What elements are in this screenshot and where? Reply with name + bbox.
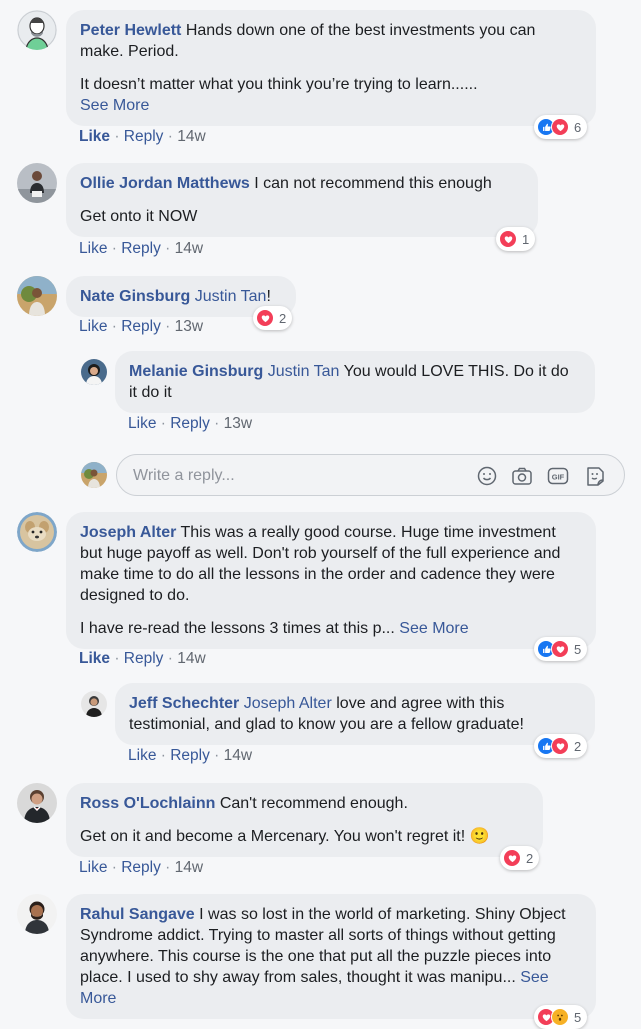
reaction-summary[interactable]: 2 xyxy=(534,734,588,758)
reply-link[interactable]: Reply xyxy=(170,747,210,764)
emoji-icon[interactable] xyxy=(475,464,499,488)
comment-author[interactable]: Ross O'Lochlainn xyxy=(80,795,215,812)
reply-input[interactable] xyxy=(131,464,455,488)
comment-actions: Like · Reply · 13w xyxy=(79,318,204,335)
love-reaction-icon xyxy=(503,849,521,867)
reaction-count: 6 xyxy=(574,119,582,135)
like-link[interactable]: Like xyxy=(128,415,156,432)
gif-icon[interactable]: GIF xyxy=(546,464,570,488)
comment-bubble: Ollie Jordan Matthews I can not recommen… xyxy=(66,163,538,237)
comment-actions: Like · Reply · 14w xyxy=(79,650,206,667)
avatar[interactable] xyxy=(17,276,57,316)
like-link[interactable]: Like xyxy=(79,240,107,257)
avatar[interactable] xyxy=(17,163,57,203)
avatar[interactable] xyxy=(81,359,107,385)
comment-author[interactable]: Rahul Sangave xyxy=(80,906,195,923)
mention-link[interactable]: Justin Tan xyxy=(268,363,340,380)
reply-link[interactable]: Reply xyxy=(124,128,164,145)
reply-link[interactable]: Reply xyxy=(121,240,161,257)
timestamp[interactable]: 13w xyxy=(175,318,203,335)
comment-text: Get on it and become a Mercenary. You wo… xyxy=(80,828,490,845)
reaction-summary[interactable]: 2 xyxy=(253,306,293,330)
comment-actions: Like · Reply · 14w xyxy=(79,128,206,145)
see-more-link[interactable]: See More xyxy=(80,97,149,114)
reply-link[interactable]: Reply xyxy=(124,650,164,667)
mention-link[interactable]: Joseph Alter xyxy=(244,695,332,712)
comment-text: Get onto it NOW xyxy=(80,208,198,225)
comment-bubble: Ross O'Lochlainn Can't recommend enough.… xyxy=(66,783,543,857)
camera-icon[interactable] xyxy=(510,464,534,488)
comment-actions: Like · Reply · 14w xyxy=(79,240,204,257)
current-user-avatar xyxy=(81,462,107,488)
comment-author[interactable]: Joseph Alter xyxy=(80,524,176,541)
comment-thread: Peter Hewlett Hands down one of the best… xyxy=(0,0,641,1029)
comment-text: I can not recommend this enough xyxy=(254,175,492,192)
timestamp[interactable]: 14w xyxy=(224,747,252,764)
love-reaction-icon xyxy=(551,118,569,136)
reaction-summary[interactable]: 2 xyxy=(500,846,540,870)
gif-label: GIF xyxy=(552,473,565,482)
love-reaction-icon xyxy=(551,640,569,658)
like-link[interactable]: Like xyxy=(79,859,107,876)
sticker-icon[interactable] xyxy=(583,464,607,488)
reaction-summary[interactable]: 1 xyxy=(496,227,536,251)
mention-link[interactable]: Justin Tan xyxy=(195,288,267,305)
reaction-summary[interactable]: 6 xyxy=(534,115,588,139)
reaction-count: 1 xyxy=(522,231,530,247)
comment-text: Can't recommend enough. xyxy=(219,795,408,812)
reply-link[interactable]: Reply xyxy=(170,415,210,432)
comment-author[interactable]: Nate Ginsburg xyxy=(80,288,190,305)
avatar[interactable] xyxy=(17,894,57,934)
reaction-count: 2 xyxy=(279,310,287,326)
avatar[interactable] xyxy=(17,783,57,823)
reaction-count: 5 xyxy=(574,1009,582,1025)
avatar[interactable] xyxy=(81,691,107,717)
comment-text: I have re-read the lessons 3 times at th… xyxy=(80,620,395,637)
comment-bubble: Rahul Sangave I was so lost in the world… xyxy=(66,894,596,1019)
like-link[interactable]: Like xyxy=(79,650,110,667)
love-reaction-icon xyxy=(256,309,274,327)
reaction-count: 5 xyxy=(574,641,582,657)
comment-actions: Like · Reply · 13w xyxy=(128,415,253,432)
reply-link[interactable]: Reply xyxy=(121,859,161,876)
comment-author[interactable]: Melanie Ginsburg xyxy=(129,363,263,380)
like-link[interactable]: Like xyxy=(128,747,156,764)
comment-text: ! xyxy=(266,288,271,305)
comment-author[interactable]: Jeff Schechter xyxy=(129,695,239,712)
avatar[interactable] xyxy=(17,512,57,552)
reaction-count: 2 xyxy=(574,738,582,754)
reaction-summary[interactable]: 5 xyxy=(534,637,588,661)
reply-bubble: Melanie Ginsburg Justin Tan You would LO… xyxy=(115,351,595,413)
comment-actions: Like · Reply · 14w xyxy=(79,859,204,876)
timestamp[interactable]: 14w xyxy=(177,128,205,145)
timestamp[interactable]: 13w xyxy=(224,415,252,432)
wow-reaction-icon xyxy=(551,1008,569,1026)
comment-author[interactable]: Ollie Jordan Matthews xyxy=(80,175,250,192)
timestamp[interactable]: 14w xyxy=(175,859,203,876)
comment-text: It doesn’t matter what you think you’re … xyxy=(80,76,478,93)
like-link[interactable]: Like xyxy=(79,128,110,145)
reply-composer[interactable]: GIF xyxy=(116,454,625,496)
love-reaction-icon xyxy=(551,737,569,755)
reply-bubble: Jeff Schechter Joseph Alter love and agr… xyxy=(115,683,595,745)
reaction-summary[interactable]: 5 xyxy=(534,1005,588,1029)
comment-bubble: Joseph Alter This was a really good cour… xyxy=(66,512,596,649)
reaction-count: 2 xyxy=(526,850,534,866)
see-more-link[interactable]: See More xyxy=(399,620,468,637)
comment-bubble: Peter Hewlett Hands down one of the best… xyxy=(66,10,596,126)
avatar[interactable] xyxy=(17,10,57,50)
timestamp[interactable]: 14w xyxy=(177,650,205,667)
timestamp[interactable]: 14w xyxy=(175,240,203,257)
like-link[interactable]: Like xyxy=(79,318,107,335)
love-reaction-icon xyxy=(499,230,517,248)
comment-actions: Like · Reply · 14w xyxy=(128,747,253,764)
comment-author[interactable]: Peter Hewlett xyxy=(80,22,181,39)
reply-link[interactable]: Reply xyxy=(121,318,161,335)
